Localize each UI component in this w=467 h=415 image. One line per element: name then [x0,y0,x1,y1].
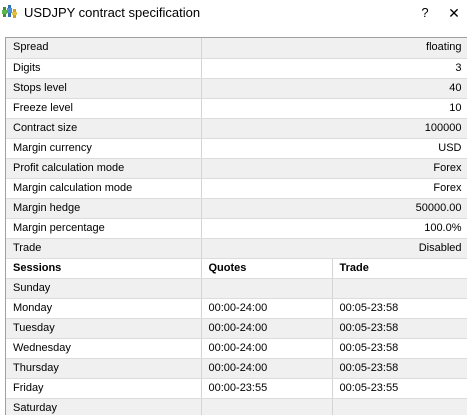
spec-row-contract-size[interactable]: Contract size 100000 [6,118,467,139]
spec-name: Contract size [6,118,202,139]
spec-value: 3 [201,58,467,79]
spec-name: Freeze level [6,98,202,119]
quotes-header: Quotes [201,258,333,279]
spec-value: 40 [201,78,467,99]
specification-table: Spread floating Digits 3 Stops level 40 … [6,38,467,415]
trade-header: Trade [332,258,467,279]
close-button[interactable]: ✕ [443,2,465,24]
spec-name: Digits [6,58,202,79]
market-watch-icon [2,4,18,20]
session-day: Monday [6,298,202,319]
spec-row-freeze-level[interactable]: Freeze level 10 [6,98,467,119]
spec-name: Margin calculation mode [6,178,202,199]
session-trade [332,278,467,299]
spec-row-spread[interactable]: Spread floating [6,38,467,59]
session-quotes: 00:00-24:00 [201,318,333,339]
spec-name: Margin currency [6,138,202,159]
session-trade: 00:05-23:58 [332,318,467,339]
session-quotes [201,278,333,299]
session-quotes: 00:00-23:55 [201,378,333,399]
spec-row-profit-calculation-mode[interactable]: Profit calculation mode Forex [6,158,467,179]
session-row-thursday[interactable]: Thursday 00:00-24:00 00:05-23:58 [6,358,467,379]
session-row-wednesday[interactable]: Wednesday 00:00-24:00 00:05-23:58 [6,338,467,359]
session-row-friday[interactable]: Friday 00:00-23:55 00:05-23:55 [6,378,467,399]
spec-value: 100.0% [201,218,467,239]
spec-row-trade[interactable]: Trade Disabled [6,238,467,259]
session-day: Friday [6,378,202,399]
session-row-monday[interactable]: Monday 00:00-24:00 00:05-23:58 [6,298,467,319]
spec-row-stops-level[interactable]: Stops level 40 [6,78,467,99]
sessions-header: Sessions [6,258,202,279]
title-bar[interactable]: USDJPY contract specification ? ✕ [0,0,467,27]
session-trade: 00:05-23:58 [332,338,467,359]
spec-value: Forex [201,158,467,179]
session-row-sunday[interactable]: Sunday [6,278,467,299]
sessions-header-row: Sessions Quotes Trade [6,258,467,279]
session-row-saturday[interactable]: Saturday [6,398,467,415]
session-quotes [201,398,333,415]
spec-row-margin-hedge[interactable]: Margin hedge 50000.00 [6,198,467,219]
spec-value: 100000 [201,118,467,139]
session-row-tuesday[interactable]: Tuesday 00:00-24:00 00:05-23:58 [6,318,467,339]
spec-row-margin-calculation-mode[interactable]: Margin calculation mode Forex [6,178,467,199]
specification-panel: Spread floating Digits 3 Stops level 40 … [5,37,467,415]
spec-row-margin-percentage[interactable]: Margin percentage 100.0% [6,218,467,239]
spec-name: Margin percentage [6,218,202,239]
spec-name: Margin hedge [6,198,202,219]
session-day: Saturday [6,398,202,415]
session-quotes: 00:00-24:00 [201,298,333,319]
spec-row-margin-currency[interactable]: Margin currency USD [6,138,467,159]
spec-value: USD [201,138,467,159]
session-day: Tuesday [6,318,202,339]
spec-name: Trade [6,238,202,259]
spec-value: floating [201,38,467,59]
session-day: Wednesday [6,338,202,359]
session-trade [332,398,467,415]
spec-row-digits[interactable]: Digits 3 [6,58,467,79]
session-day: Sunday [6,278,202,299]
spec-value: 50000.00 [201,198,467,219]
help-button[interactable]: ? [414,2,436,24]
session-day: Thursday [6,358,202,379]
session-trade: 00:05-23:55 [332,378,467,399]
session-trade: 00:05-23:58 [332,358,467,379]
spec-name: Spread [6,38,202,59]
spec-value: Forex [201,178,467,199]
contract-specification-window: USDJPY contract specification ? ✕ Spread… [0,0,467,415]
session-trade: 00:05-23:58 [332,298,467,319]
window-title: USDJPY contract specification [24,5,201,20]
session-quotes: 00:00-24:00 [201,358,333,379]
spec-name: Stops level [6,78,202,99]
spec-name: Profit calculation mode [6,158,202,179]
spec-value: 10 [201,98,467,119]
spec-value: Disabled [201,238,467,259]
session-quotes: 00:00-24:00 [201,338,333,359]
